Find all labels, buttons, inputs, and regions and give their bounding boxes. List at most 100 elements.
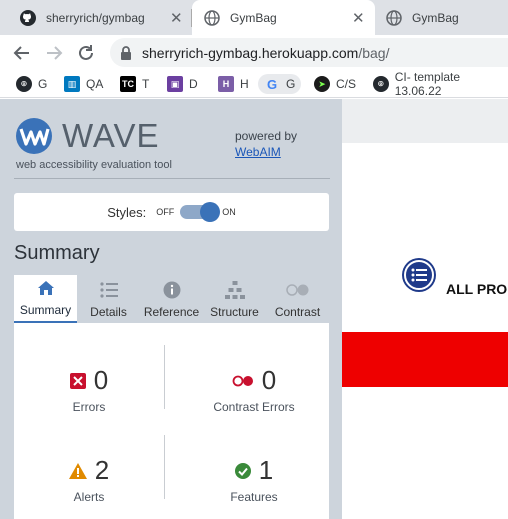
contrast-icon [285,279,310,301]
wave-logo[interactable]: WAVE [14,117,160,155]
bookmark-label: G [38,77,48,91]
tab-label: Reference [143,305,200,319]
wave-sidebar: WAVE web accessibility evaluation tool p… [0,99,342,519]
wave-header: WAVE web accessibility evaluation tool p… [14,117,330,179]
github-icon: ⌾ [373,76,389,92]
powered-by-text: powered by [235,129,298,143]
tab-title: GymBag [412,10,459,25]
bookmark-cs[interactable]: ➤ C/S [314,74,356,94]
lock-icon [120,45,132,60]
alert-icon [68,462,87,479]
bookmarks-bar: ⌾ G ▥ QA TC T ▣ D H H G G ➤ C/S ⌾ CI- te… [0,70,508,98]
github-icon: ⌾ [16,76,32,92]
divider [164,435,165,499]
close-tab-icon[interactable]: ✕ [170,9,183,27]
wave-tagline: web accessibility evaluation tool [16,159,172,171]
alerts-stat[interactable]: 2 Alerts [14,455,164,504]
wave-structure-list-icon[interactable] [404,260,434,290]
bookmark-google[interactable]: G G [258,74,302,94]
bookmark-label: C/S [336,77,357,91]
tc-icon: TC [120,76,136,92]
wave-logo-icon [16,118,52,154]
features-stat[interactable]: 1 Features [179,455,329,504]
tab-title: sherryrich/gymbag [46,10,145,25]
styles-label: Styles: [107,204,147,220]
features-count: 1 [258,455,274,485]
feature-check-icon [234,462,251,479]
bookmark-label: CI- template 13.06.22 [394,70,461,98]
tab-label: Contrast [274,305,321,319]
tab-contrast[interactable]: Contrast [266,275,329,323]
errors-count: 0 [93,365,109,395]
tab-gymbag[interactable]: GymBag [378,0,508,35]
tab-details[interactable]: Details [77,275,140,323]
styles-toggle-box: Styles: OFF ON [14,193,329,231]
webaim-link[interactable]: WebAIM [235,144,297,160]
tab-title: GymBag [230,10,277,25]
bookmark-label: D [189,77,198,91]
styles-on-label: ON [222,207,236,217]
home-icon [37,277,55,299]
summary-panel: 0 Errors 0 Contrast Errors 2 Alerts 1 Fe… [14,323,329,519]
list-icon [99,279,118,301]
divider [164,345,165,409]
url-path: /bag/ [358,44,390,61]
info-icon [163,279,181,301]
bookmark-label: T [142,77,150,91]
bookmark-label: QA [86,77,104,91]
google-icon: G [266,76,278,92]
alerts-label: Alerts [73,490,105,504]
features-label: Features [230,490,278,504]
bookmark-t[interactable]: TC T [120,74,149,94]
d-icon: ▣ [167,76,183,92]
tab-gymbag-active[interactable]: GymBag ✕ [192,0,375,35]
wave-wordmark: WAVE [62,117,160,154]
bookmark-label: G [286,77,296,91]
contrast-errors-label: Contrast Errors [213,400,295,414]
close-tab-icon[interactable]: ✕ [352,9,365,27]
page-top-bar [342,99,508,143]
errors-label: Errors [72,400,106,414]
address-bar[interactable]: sherryrich-gymbag.herokuapp.com/bag/ [110,38,508,67]
back-arrow-icon[interactable] [10,41,34,65]
summary-title: Summary [14,242,100,264]
bookmark-h[interactable]: H H [218,74,249,94]
globe-icon [204,9,220,26]
tab-label: Details [90,305,127,319]
bookmark-d[interactable]: ▣ D [167,74,198,94]
contrast-error-icon [232,375,253,386]
github-icon [20,9,36,26]
contrast-errors-stat[interactable]: 0 Contrast Errors [179,365,329,414]
tab-sherryrich-gymbag[interactable]: sherryrich/gymbag ✕ [0,0,190,35]
alerts-count: 2 [94,455,110,485]
bookmark-github[interactable]: ⌾ G [16,74,47,94]
toggle-knob [200,202,221,222]
structure-icon [224,279,245,301]
trello-icon: ▥ [64,76,80,92]
tab-structure[interactable]: Structure [203,275,266,323]
page-content: ALL PRO [342,99,508,519]
all-products-menu[interactable]: ALL PRO [446,281,507,297]
browser-tab-strip: sherryrich/gymbag ✕ GymBag ✕ GymBag [0,0,508,35]
bookmark-qa[interactable]: ▥ QA [64,74,103,94]
error-icon [69,372,86,389]
reload-icon[interactable] [74,41,98,65]
globe-icon [386,9,402,26]
forward-arrow-icon[interactable] [42,41,66,65]
tab-label: Summary [19,303,72,317]
tab-label: Structure [210,305,259,319]
contrast-errors-count: 0 [261,365,277,395]
powered-by: powered by WebAIM [235,128,297,160]
cs-icon: ➤ [314,76,330,92]
wave-tabs: Summary Details Reference Structure Cont… [14,275,329,323]
url-host: sherryrich-gymbag.herokuapp.com [142,44,359,61]
tab-reference[interactable]: Reference [140,275,203,323]
promo-banner [342,332,508,387]
styles-toggle-switch[interactable] [180,202,221,222]
bookmark-ci-template[interactable]: ⌾ CI- template 13.06.22 [373,70,508,98]
errors-stat[interactable]: 0 Errors [14,365,164,414]
styles-off-label: OFF [156,207,175,217]
tab-summary[interactable]: Summary [14,275,77,323]
browser-toolbar: sherryrich-gymbag.herokuapp.com/bag/ [0,35,508,70]
bookmark-label: H [240,77,249,91]
